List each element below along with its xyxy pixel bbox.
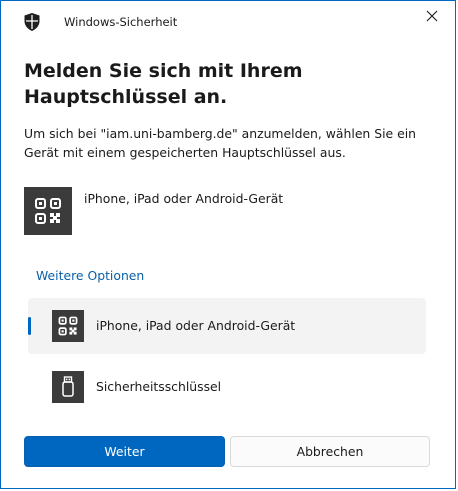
dialog-heading: Melden Sie sich mit Ihrem Hauptschlüssel…	[24, 60, 303, 108]
close-button[interactable]	[417, 5, 447, 27]
primary-device-option[interactable]: iPhone, iPad oder Android-Gerät	[24, 187, 434, 237]
window-title: Windows-Sicherheit	[64, 15, 178, 29]
shield-icon	[24, 13, 40, 31]
title-bar: Windows-Sicherheit	[1, 1, 457, 45]
more-options-heading: Weitere Optionen	[36, 268, 145, 283]
option-label: iPhone, iPad oder Android-Gerät	[96, 318, 296, 333]
option-phone-device[interactable]: iPhone, iPad oder Android-Gerät	[28, 298, 426, 354]
cancel-button[interactable]: Abbrechen	[230, 436, 430, 467]
dialog-description: Um sich bei "iam.uni-bamberg.de" anzumel…	[24, 126, 417, 160]
next-button[interactable]: Weiter	[24, 436, 225, 467]
dialog-window: Windows-Sicherheit Melden Sie sich mit I…	[0, 0, 456, 489]
option-security-key[interactable]: Sicherheitsschlüssel	[28, 359, 426, 415]
usb-key-icon	[52, 371, 84, 403]
primary-device-label: iPhone, iPad oder Android-Gerät	[84, 191, 284, 206]
qr-code-icon	[24, 187, 72, 235]
close-icon	[426, 7, 438, 26]
option-label: Sicherheitsschlüssel	[96, 379, 222, 394]
qr-code-icon	[52, 310, 84, 342]
selection-indicator	[28, 317, 31, 335]
